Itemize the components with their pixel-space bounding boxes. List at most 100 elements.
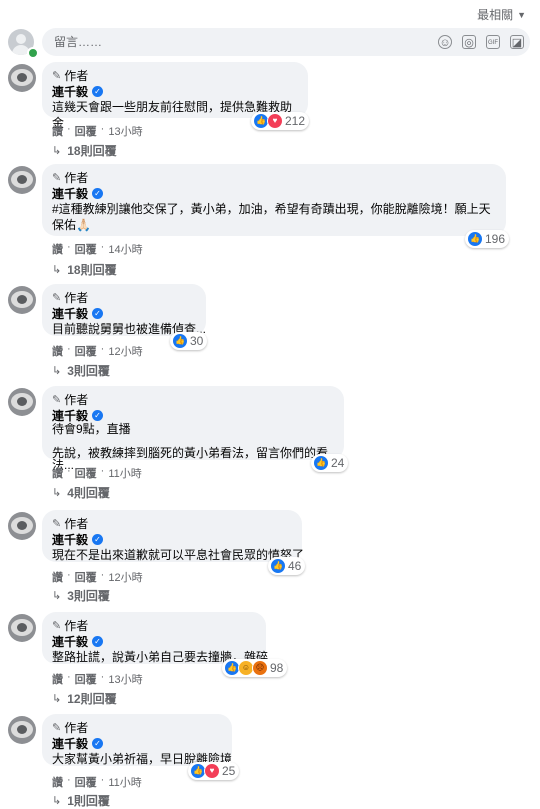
verified-badge-icon: ✓ <box>92 85 104 97</box>
comment: ✎ 作者 連千毅 ✓ 這幾天會跟一些朋友前往慰問，提供急難救助金 👍 ♥ 212 讚 ·… <box>8 62 532 160</box>
comment: ✎ 作者 連千毅 ✓ #這種教練別讓他交保了，黃小弟，加油，希望有奇蹟出現，你能脫離… <box>8 164 532 278</box>
reaction-summary[interactable]: 👍 30 <box>170 332 208 350</box>
timestamp[interactable]: 14小時 <box>108 241 142 257</box>
author-avatar[interactable] <box>8 64 36 92</box>
comment-composer: ☺ ◎ GIF ◪ <box>8 28 530 59</box>
reaction-count: 196 <box>485 232 506 246</box>
reaction-summary[interactable]: 👍 ☺ ☹ 98 <box>222 659 288 677</box>
view-replies-link[interactable]: ↳ 18則回覆 <box>52 142 117 159</box>
verified-badge-icon: ✓ <box>92 635 104 647</box>
author-name[interactable]: 連千毅 <box>52 633 88 650</box>
pen-icon: ✎ <box>52 721 62 734</box>
author-badge: ✎ 作者 <box>52 720 89 735</box>
comment-actions: 讚 · 回覆 · 12小時 <box>52 343 143 359</box>
timestamp[interactable]: 11小時 <box>108 465 141 481</box>
reply-link[interactable]: 回覆 <box>75 569 97 585</box>
author-name[interactable]: 連千毅 <box>52 407 88 424</box>
reaction-summary[interactable]: 👍 46 <box>268 557 306 575</box>
pen-icon: ✎ <box>52 517 62 530</box>
love-reaction-icon: ♥ <box>204 763 220 779</box>
pen-icon: ✎ <box>52 171 62 184</box>
like-link[interactable]: 讚 <box>52 569 63 585</box>
reply-arrow-icon: ↳ <box>52 145 62 157</box>
like-link[interactable]: 讚 <box>52 671 63 687</box>
author-badge: ✎ 作者 <box>52 392 89 407</box>
author-name[interactable]: 連千毅 <box>52 735 88 752</box>
reaction-count: 212 <box>285 114 306 128</box>
reply-link[interactable]: 回覆 <box>75 343 97 359</box>
author-badge: ✎ 作者 <box>52 290 89 305</box>
author-badge: ✎ 作者 <box>52 618 89 633</box>
reply-link[interactable]: 回覆 <box>75 465 97 481</box>
comment-text: #這種教練別讓他交保了，黃小弟，加油，希望有奇蹟出現，你能脫離險境！願上天保佑🙏… <box>52 202 491 232</box>
reaction-summary[interactable]: 👍 ♥ 212 <box>251 112 310 130</box>
reply-link[interactable]: 回覆 <box>75 774 97 790</box>
pen-icon: ✎ <box>52 393 62 406</box>
comment-actions: 讚 · 回覆 · 13小時 <box>52 671 143 687</box>
reply-arrow-icon: ↳ <box>52 264 62 276</box>
author-avatar[interactable] <box>8 388 36 416</box>
comment: ✎ 作者 連千毅 ✓ 整路扯謊，說黃小弟自己要去撞牆，雜碎 👍 ☺ ☹ 98 讚 · 回覆… <box>8 612 532 707</box>
reply-link[interactable]: 回覆 <box>75 123 97 139</box>
verified-badge-icon: ✓ <box>92 737 104 749</box>
author-avatar[interactable] <box>8 286 36 314</box>
author-name[interactable]: 連千毅 <box>52 305 88 322</box>
angry-reaction-icon: ☹ <box>252 660 268 676</box>
view-replies-link[interactable]: ↳ 12則回覆 <box>52 690 117 707</box>
comment-text: 現在不是出來道歉就可以平息社會民眾的憤怒了 <box>52 548 305 562</box>
timestamp[interactable]: 13小時 <box>108 123 142 139</box>
reaction-summary[interactable]: 👍 ♥ 25 <box>188 762 240 780</box>
timestamp[interactable]: 12小時 <box>108 343 142 359</box>
like-link[interactable]: 讚 <box>52 343 63 359</box>
reaction-summary[interactable]: 👍 24 <box>311 454 349 472</box>
pen-icon: ✎ <box>52 69 62 82</box>
emoji-icon[interactable]: ☺ <box>438 35 452 49</box>
reaction-count: 30 <box>190 334 204 348</box>
reply-link[interactable]: 回覆 <box>75 241 97 257</box>
reaction-count: 24 <box>331 456 345 470</box>
like-reaction-icon: 👍 <box>467 231 483 247</box>
comment-bubble: ✎ 作者 連千毅 ✓ 目前聽說舅舅也被進備偵查... <box>42 284 206 336</box>
author-avatar[interactable] <box>8 614 36 642</box>
author-avatar[interactable] <box>8 166 36 194</box>
reaction-count: 98 <box>270 661 284 675</box>
view-replies-link[interactable]: ↳ 4則回覆 <box>52 484 110 501</box>
camera-icon[interactable]: ◎ <box>462 35 476 49</box>
author-badge: ✎ 作者 <box>52 68 89 83</box>
author-name[interactable]: 連千毅 <box>52 185 88 202</box>
like-link[interactable]: 讚 <box>52 465 63 481</box>
reply-arrow-icon: ↳ <box>52 365 62 377</box>
composer-tools: ☺ ◎ GIF ◪ <box>438 35 524 49</box>
view-replies-link[interactable]: ↳ 1則回覆 <box>52 792 110 809</box>
verified-badge-icon: ✓ <box>92 409 104 421</box>
comment-text: 待會9點，直播 先說，被教練摔到腦死的黃小弟看法，留言你們的看法... <box>52 422 329 472</box>
reply-link[interactable]: 回覆 <box>75 671 97 687</box>
reply-arrow-icon: ↳ <box>52 487 62 499</box>
comment-actions: 讚 · 回覆 · 13小時 <box>52 123 143 139</box>
author-name[interactable]: 連千毅 <box>52 83 88 100</box>
love-reaction-icon: ♥ <box>267 113 283 129</box>
author-avatar[interactable] <box>8 512 36 540</box>
comment: ✎ 作者 連千毅 ✓ 現在不是出來道歉就可以平息社會民眾的憤怒了 👍 46 讚 · 回… <box>8 510 532 604</box>
pen-icon: ✎ <box>52 619 62 632</box>
verified-badge-icon: ✓ <box>92 533 104 545</box>
timestamp[interactable]: 13小時 <box>108 671 142 687</box>
author-avatar[interactable] <box>8 716 36 744</box>
comment: ✎ 作者 連千毅 ✓ 目前聽說舅舅也被進備偵查... 👍 30 讚 · 回覆 · 12小… <box>8 284 532 379</box>
like-link[interactable]: 讚 <box>52 241 63 257</box>
view-replies-link[interactable]: ↳ 3則回覆 <box>52 587 110 604</box>
like-link[interactable]: 讚 <box>52 774 63 790</box>
view-replies-link[interactable]: ↳ 3則回覆 <box>52 362 110 379</box>
comment-bubble: ✎ 作者 連千毅 ✓ 大家幫黃小弟祈福，早日脫離險境 <box>42 714 232 766</box>
like-link[interactable]: 讚 <box>52 123 63 139</box>
timestamp[interactable]: 11小時 <box>108 774 141 790</box>
comment-bubble: ✎ 作者 連千毅 ✓ 這幾天會跟一些朋友前往慰問，提供急難救助金 <box>42 62 308 130</box>
reaction-summary[interactable]: 👍 196 <box>465 230 510 248</box>
view-replies-link[interactable]: ↳ 18則回覆 <box>52 261 117 278</box>
timestamp[interactable]: 12小時 <box>108 569 142 585</box>
reaction-count: 46 <box>288 559 302 573</box>
sticker-icon[interactable]: ◪ <box>510 35 524 49</box>
gif-icon[interactable]: GIF <box>486 35 500 49</box>
sort-dropdown[interactable]: 最相關 ▼ <box>477 6 526 23</box>
author-name[interactable]: 連千毅 <box>52 531 88 548</box>
